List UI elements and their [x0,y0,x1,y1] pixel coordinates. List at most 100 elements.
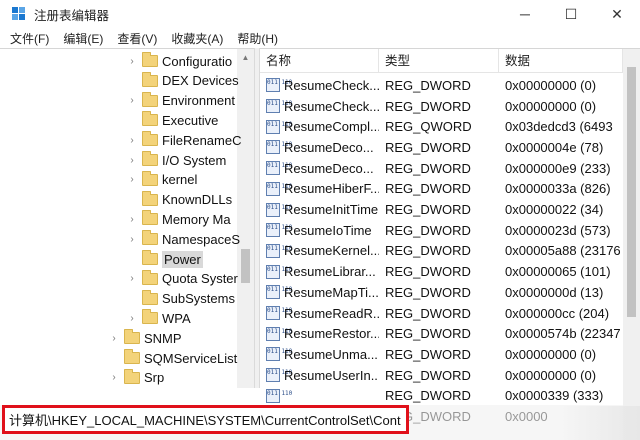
tree-item-label: NamespaceS [162,231,241,247]
folder-icon [142,91,158,107]
registry-value-row[interactable]: 011 110 ResumeMapTi... REG_DWORD 0x0000000d… [260,282,624,303]
value-name: ResumeReadR... [284,305,379,321]
tree-item-label: FileRenameC [162,132,242,148]
menu-favorites[interactable]: 收藏夹(A) [164,30,230,47]
value-data: 0x0000033a (826) [505,181,611,197]
tree-item[interactable]: › Environment [126,91,235,111]
value-name-cell: 011 110 ResumeUnma... [260,347,379,362]
column-type-header[interactable]: 类型 [379,49,499,73]
value-data: 0x0000023d (573) [505,222,611,238]
registry-value-row[interactable]: 011 110 ResumeCheck... REG_DWORD 0x00000000… [260,96,624,117]
tree-item-label: KnownDLLs [162,192,233,208]
folder-icon [142,309,158,325]
value-name: ResumeRestor... [284,326,379,342]
value-name-cell: 011 110 ResumeRestor... [260,326,379,341]
menu-help[interactable]: 帮助(H) [230,30,285,47]
binary-value-icon: 011 110 [266,264,292,279]
binary-value-icon: 011 110 [266,223,292,238]
tree-item[interactable]: › WPA [126,308,191,328]
value-data: 0x00000000 (0) [505,77,597,93]
value-type: REG_DWORD [385,284,471,300]
registry-path-address[interactable]: 计算机\HKEY_LOCAL_MACHINE\SYSTEM\CurrentCon… [2,405,409,434]
column-data-header[interactable]: 数据 [499,49,623,73]
folder-icon [124,329,140,345]
expand-chevron-icon[interactable]: › [126,56,138,67]
tree-item[interactable]: Power [126,249,203,269]
tree-item-label: SNMP [144,330,182,346]
tree-item[interactable]: › Quota Syster [126,269,238,289]
tree-item-label: Executive [162,112,219,128]
value-name: ResumeCompl... [284,119,379,135]
value-data: 0x00000065 (101) [505,264,611,280]
list-scroll-thumb[interactable] [627,67,636,317]
tree-item[interactable]: SubSystems [126,289,235,309]
value-name-cell: 011 110 ResumeLibrar... [260,264,379,279]
value-type: REG_DWORD [385,346,471,362]
expand-chevron-icon[interactable]: › [126,174,138,185]
expand-chevron-icon[interactable]: › [126,95,138,106]
value-type: REG_DWORD [385,222,471,238]
tree-item[interactable]: › NamespaceS [126,229,240,249]
tree-item[interactable]: SQMServiceList [108,348,237,368]
value-type: REG_DWORD [385,98,471,114]
registry-value-row[interactable]: 011 110 ResumeUnma... REG_DWORD 0x00000000 … [260,344,624,365]
expand-chevron-icon[interactable]: › [108,372,120,383]
folder-icon [142,210,158,226]
menu-edit[interactable]: 编辑(E) [56,30,110,47]
expand-chevron-icon[interactable]: › [126,135,138,146]
value-type: REG_DWORD [385,160,471,176]
registry-value-row[interactable]: 011 110 ResumeRestor... REG_DWORD 0x0000574… [260,323,624,344]
value-name-cell: 011 110 ResumeHiberF... [260,181,379,196]
value-name-cell: 011 110 ResumeDeco... [260,161,379,176]
registry-value-row[interactable]: 011 110 ResumeHiberF... REG_DWORD 0x0000033… [260,179,624,200]
value-name: ResumeMapTi... [284,284,379,300]
value-type: REG_QWORD [385,119,472,135]
registry-value-row[interactable]: 011 110 ResumeUserIn... REG_DWORD 0x0000000… [260,365,624,386]
tree-item-label: Quota Syster [162,271,238,287]
list-vertical-scrollbar[interactable] [623,49,640,440]
menu-file[interactable]: 文件(F) [0,30,56,47]
registry-value-row[interactable]: 011 110 ResumeDeco... REG_DWORD 0x0000004e … [260,137,624,158]
registry-value-row[interactable]: 011 110 ResumeReadR... REG_DWORD 0x000000cc… [260,303,624,324]
value-type: REG_DWORD [385,326,471,342]
menu-view[interactable]: 查看(V) [110,30,164,47]
tree-item[interactable]: KnownDLLs [126,190,232,210]
expand-chevron-icon[interactable]: › [126,313,138,324]
maximize-button[interactable]: ☐ [548,0,594,28]
expand-chevron-icon[interactable]: › [126,273,138,284]
registry-value-row[interactable]: 011 110 ResumeInitTime REG_DWORD 0x00000022… [260,199,624,220]
folder-icon [142,190,158,206]
tree-item[interactable]: › I/O System [126,150,226,170]
tree-item[interactable]: › Memory Ma [126,209,231,229]
registry-value-row[interactable]: 011 110 ResumeDeco... REG_DWORD 0x000000e9 … [260,158,624,179]
registry-value-row[interactable]: 011 110 ResumeIoTime REG_DWORD 0x0000023d (… [260,220,624,241]
close-button[interactable]: ✕ [594,0,640,28]
expand-chevron-icon[interactable]: › [126,214,138,225]
expand-chevron-icon[interactable]: › [126,234,138,245]
registry-tree-pane[interactable]: ▲ › Configuratio DEX Devices › Environment Ex… [0,48,254,388]
tree-item[interactable]: › Srp [108,368,164,388]
registry-value-row[interactable]: 011 110 ResumeKernel... REG_DWORD 0x00005a8… [260,241,624,262]
value-name: ResumeCheck... [284,77,379,93]
tree-item[interactable]: › SNMP [108,328,182,348]
expand-chevron-icon[interactable]: › [126,155,138,166]
tree-item[interactable]: › FileRenameC [126,130,241,150]
tree-vertical-scrollbar[interactable]: ▲ [237,49,254,388]
tree-scroll-thumb[interactable] [241,249,250,283]
registry-value-row[interactable]: 011 110 REG_DWORD 0x0000339 (333) [260,386,624,407]
expand-chevron-icon[interactable]: › [108,333,120,344]
registry-value-row[interactable]: 011 110 ResumeCompl... REG_QWORD 0x03dedcd3… [260,116,624,137]
registry-values-pane[interactable]: 名称 类型 数据 011 110 ResumeCheck... REG_DWORD 0… [260,48,640,440]
tree-item[interactable]: › Configuratio [126,51,232,71]
registry-value-row[interactable]: 011 110 ResumeLibrar... REG_DWORD 0x0000006… [260,261,624,282]
scroll-up-icon[interactable]: ▲ [237,49,254,66]
binary-value-icon: 011 110 [266,347,292,362]
minimize-button[interactable]: ─ [502,0,548,28]
tree-item[interactable]: › kernel [126,170,197,190]
column-name-header[interactable]: 名称 [260,49,379,73]
tree-item[interactable]: DEX Devices [126,71,239,91]
binary-value-icon: 011 110 [266,285,292,300]
tree-item[interactable]: Executive [126,110,218,130]
binary-value-icon: 011 110 [266,119,292,134]
registry-value-row[interactable]: 011 110 ResumeCheck... REG_DWORD 0x00000000… [260,75,624,96]
